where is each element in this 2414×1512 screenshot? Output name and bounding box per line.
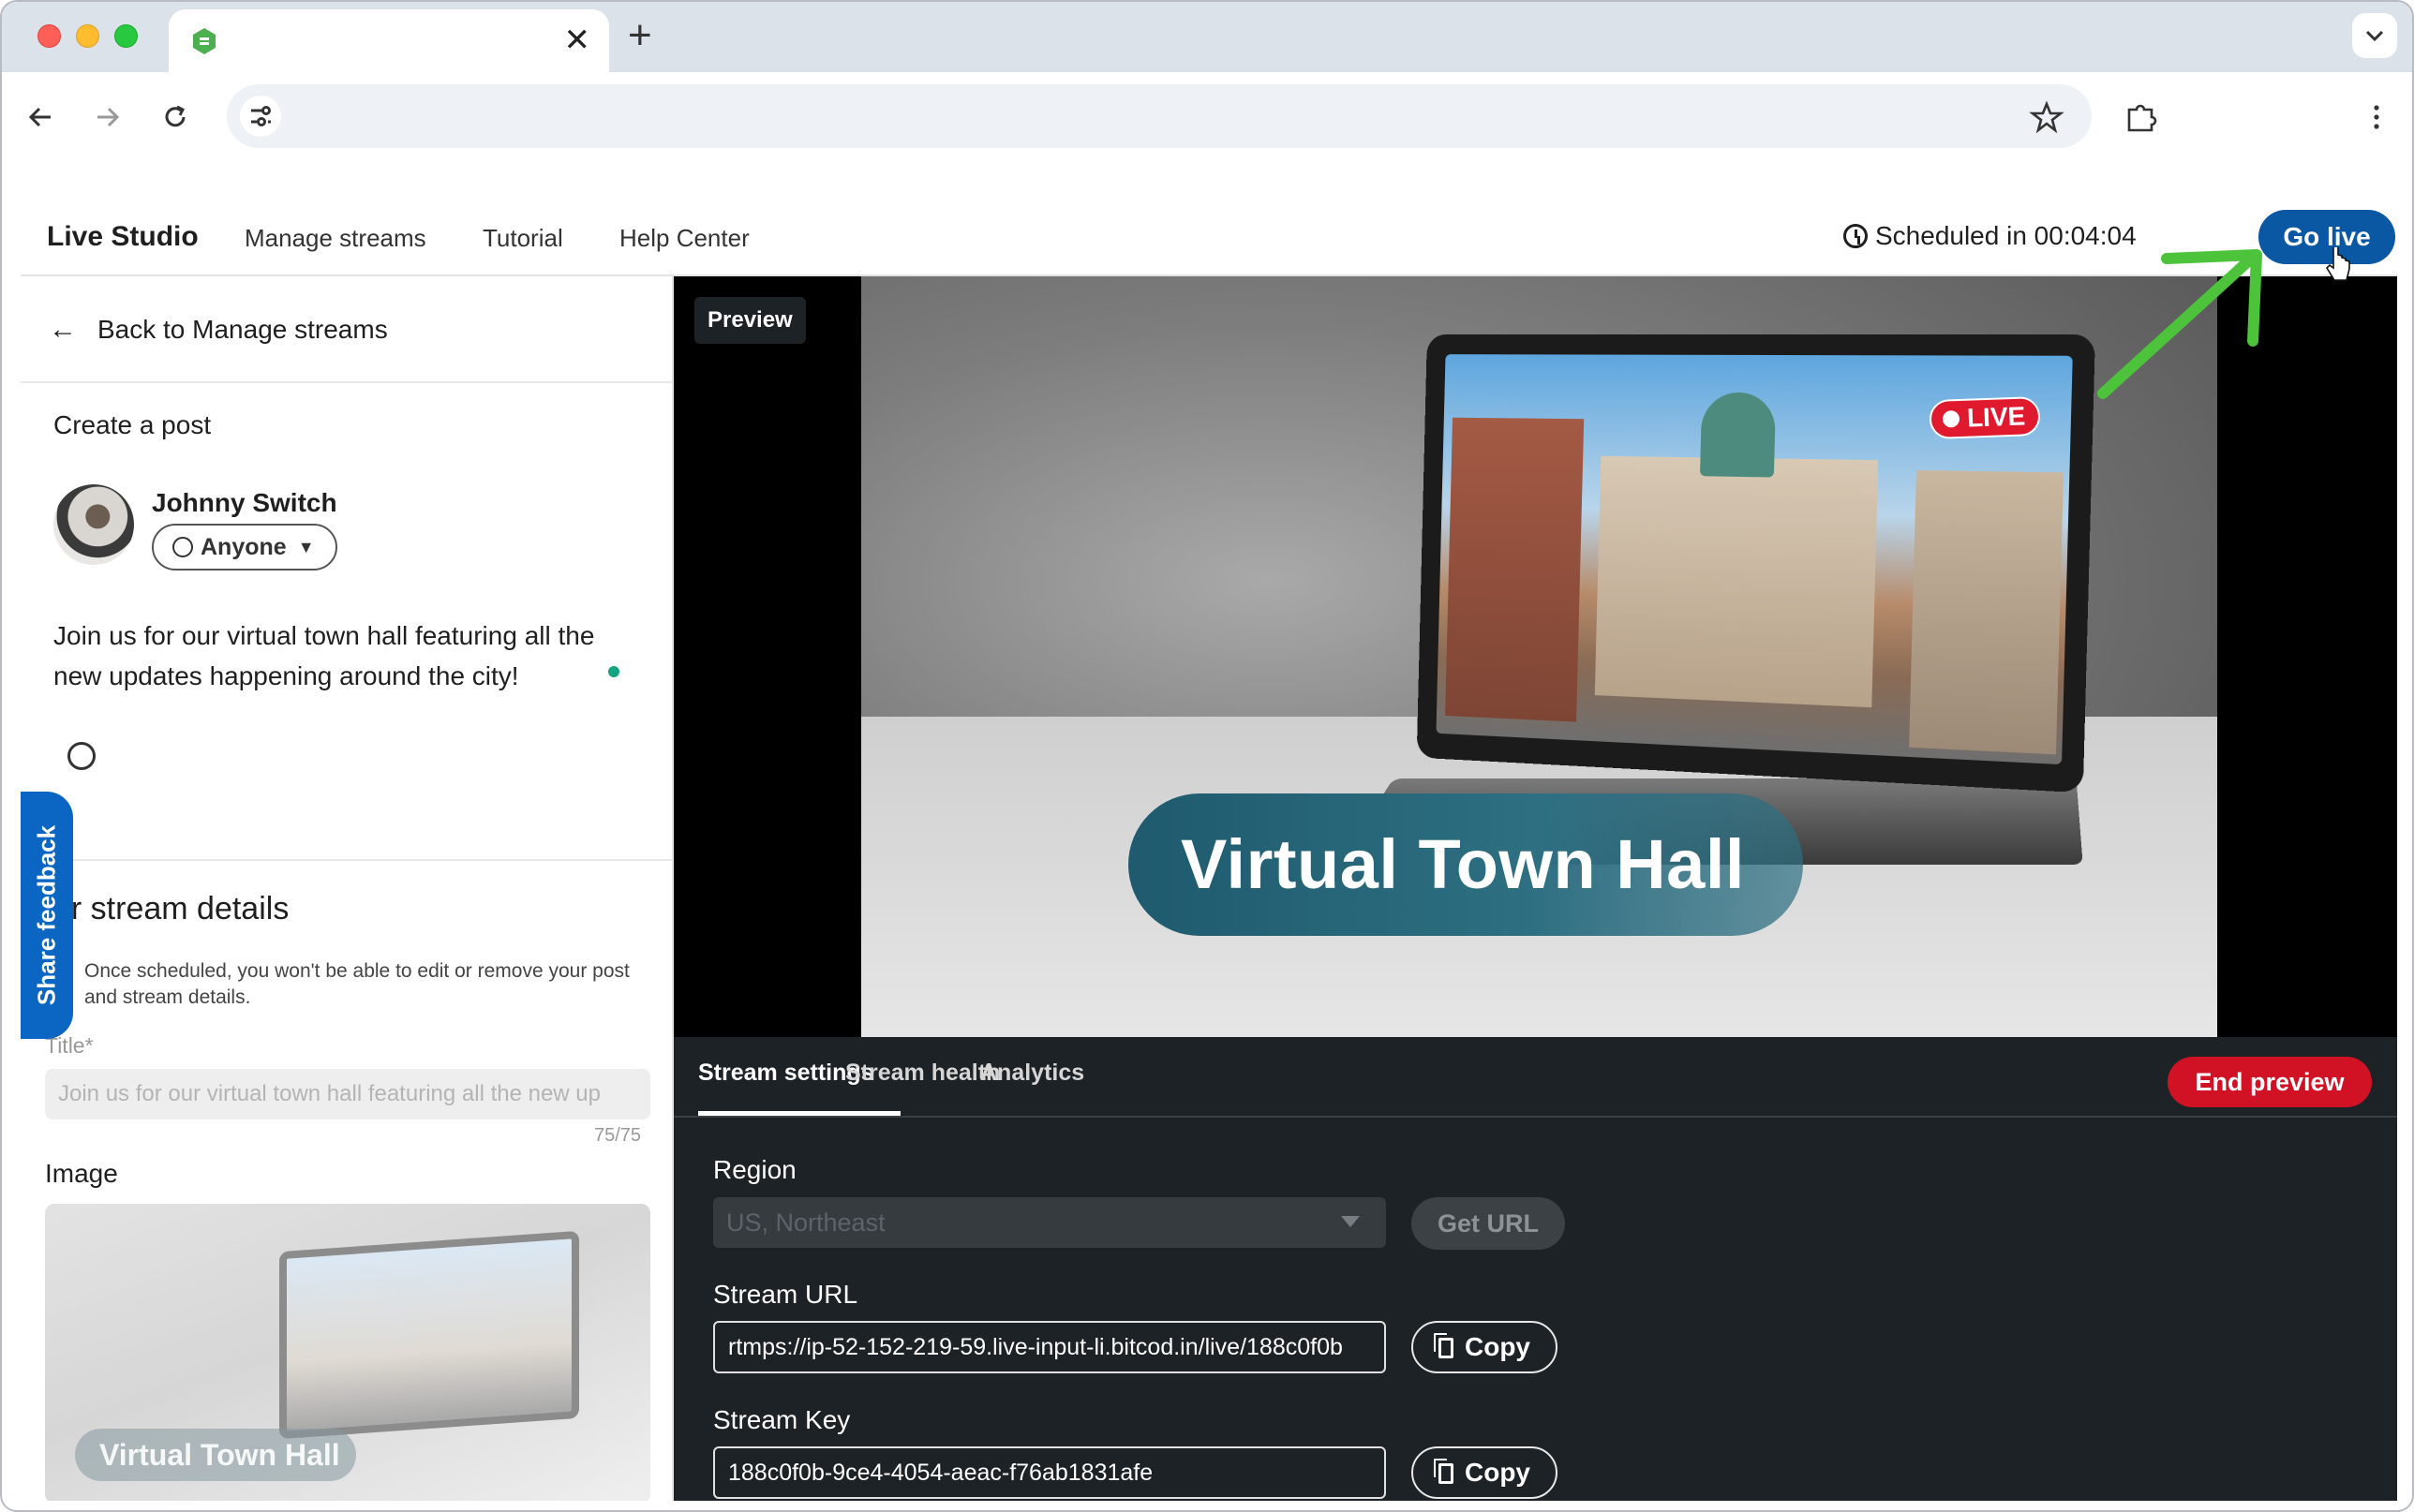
browser-menu-icon[interactable] xyxy=(2358,98,2395,136)
get-url-button[interactable]: Get URL xyxy=(1411,1197,1565,1250)
back-arrow-icon: ← xyxy=(49,314,77,345)
stream-key-label: Stream Key xyxy=(713,1405,850,1435)
nav-manage-streams[interactable]: Manage streams xyxy=(245,224,426,253)
region-value: US, Northeast xyxy=(726,1208,886,1237)
divider xyxy=(21,859,672,861)
divider xyxy=(21,381,672,383)
post-editor-panel: ← Back to Manage streams Create a post Jo… xyxy=(21,276,674,1501)
title-input[interactable] xyxy=(45,1069,650,1119)
address-bar[interactable] xyxy=(227,84,2092,148)
site-settings-button[interactable] xyxy=(240,96,281,137)
globe-icon xyxy=(172,537,193,557)
chevron-down-icon xyxy=(1341,1216,1360,1227)
image-field-label: Image xyxy=(45,1159,118,1189)
create-post-heading: Create a post xyxy=(53,410,211,440)
copy-icon xyxy=(1438,1338,1453,1358)
close-window-button[interactable] xyxy=(37,24,61,48)
top-navigation: Live Studio Manage streams Tutorial Help… xyxy=(21,189,2397,276)
copy-stream-key-button[interactable]: Copy xyxy=(1411,1446,1557,1499)
browser-window: ✕ + Live Studio Manage streams Tutorial … xyxy=(0,0,2414,1512)
stream-key-field[interactable]: 188c0f0b-9ce4-4054-aeac-f76ab1831afe xyxy=(713,1446,1386,1499)
maximize-window-button[interactable] xyxy=(114,24,138,48)
title-banner: Virtual Town Hall xyxy=(1128,793,1803,936)
preview-scene-image: LIVE Virtual Town Hall xyxy=(861,276,2217,1037)
live-badge-text: LIVE xyxy=(1966,402,2025,433)
nav-tutorial[interactable]: Tutorial xyxy=(483,224,563,253)
site-favicon-icon xyxy=(189,26,219,56)
settings-tabs: Stream settings Stream health Analytics xyxy=(674,1037,2397,1118)
annotation-arrow-icon xyxy=(2092,236,2288,414)
thumbnail-caption: Virtual Town Hall xyxy=(75,1429,356,1481)
browser-tab[interactable]: ✕ xyxy=(169,9,609,72)
stream-url-field[interactable]: rtmps://ip-52-152-219-59.live-input-li.b… xyxy=(713,1321,1386,1373)
scene-building-right xyxy=(1909,470,2064,754)
copy-stream-url-button[interactable]: Copy xyxy=(1411,1321,1557,1373)
tab-strip: ✕ + xyxy=(2,2,2412,72)
tab-search-button[interactable] xyxy=(2352,13,2397,58)
audience-dropdown[interactable]: Anyone ▼ xyxy=(152,524,337,571)
title-char-counter: 75/75 xyxy=(594,1125,641,1147)
minimize-window-button[interactable] xyxy=(76,24,99,48)
author-name: Johnny Switch xyxy=(152,488,337,518)
forward-arrow-icon[interactable] xyxy=(88,98,126,136)
copy-icon xyxy=(1438,1463,1453,1484)
copy-label: Copy xyxy=(1465,1332,1530,1361)
share-feedback-label: Share feedback xyxy=(33,825,62,1005)
bookmark-star-icon[interactable] xyxy=(2028,98,2065,136)
stream-thumbnail-image[interactable]: Virtual Town Hall xyxy=(45,1204,650,1501)
stream-details-heading: ur stream details xyxy=(53,891,289,927)
scene-dome xyxy=(1700,393,1776,478)
audience-value: Anyone xyxy=(201,534,287,560)
stream-preview-panel: LIVE Virtual Town Hall Preview Stream se… xyxy=(674,276,2397,1501)
live-dot-icon xyxy=(1943,410,1960,428)
brand-title: Live Studio xyxy=(47,221,199,253)
back-to-manage-streams-link[interactable]: ← Back to Manage streams xyxy=(49,314,388,346)
active-tab-indicator xyxy=(698,1111,901,1116)
end-preview-button[interactable]: End preview xyxy=(2168,1057,2372,1107)
avatar xyxy=(53,484,134,565)
back-arrow-icon[interactable] xyxy=(22,98,60,136)
region-select[interactable]: US, Northeast xyxy=(713,1197,1386,1248)
info-note-text: Once scheduled, you won't be able to edi… xyxy=(84,960,630,1008)
post-textarea[interactable]: Join us for our virtual town hall featur… xyxy=(53,615,634,696)
tab-close-icon[interactable]: ✕ xyxy=(564,22,591,58)
tune-icon xyxy=(240,96,281,137)
thumbnail-laptop xyxy=(279,1231,579,1439)
tab-stream-health[interactable]: Stream health xyxy=(845,1060,1000,1087)
pointer-cursor-icon xyxy=(2324,247,2352,285)
back-label: Back to Manage streams xyxy=(97,315,388,344)
tab-analytics[interactable]: Analytics xyxy=(980,1060,1084,1087)
new-tab-button[interactable]: + xyxy=(628,15,652,56)
caret-down-icon: ▼ xyxy=(298,526,315,569)
nav-help-center[interactable]: Help Center xyxy=(619,224,750,253)
region-label: Region xyxy=(713,1155,797,1185)
live-badge: LIVE xyxy=(1929,396,2041,439)
extensions-puzzle-icon[interactable] xyxy=(2122,98,2159,136)
chevron-down-icon xyxy=(2352,13,2397,58)
grammar-indicator-icon xyxy=(608,666,619,677)
scene-building-left xyxy=(1445,418,1584,722)
share-feedback-button[interactable]: Share feedback xyxy=(21,792,73,1039)
schedule-info-note: iOnce scheduled, you won't be able to ed… xyxy=(45,958,654,1011)
emoji-icon[interactable] xyxy=(67,742,96,770)
scene-building-center xyxy=(1595,456,1878,707)
stream-url-label: Stream URL xyxy=(713,1280,857,1310)
copy-label: Copy xyxy=(1465,1458,1530,1487)
live-studio-page: Live Studio Manage streams Tutorial Help… xyxy=(21,189,2397,1501)
preview-badge: Preview xyxy=(694,297,806,344)
reload-icon[interactable] xyxy=(156,98,194,136)
clock-icon xyxy=(1843,224,1868,248)
